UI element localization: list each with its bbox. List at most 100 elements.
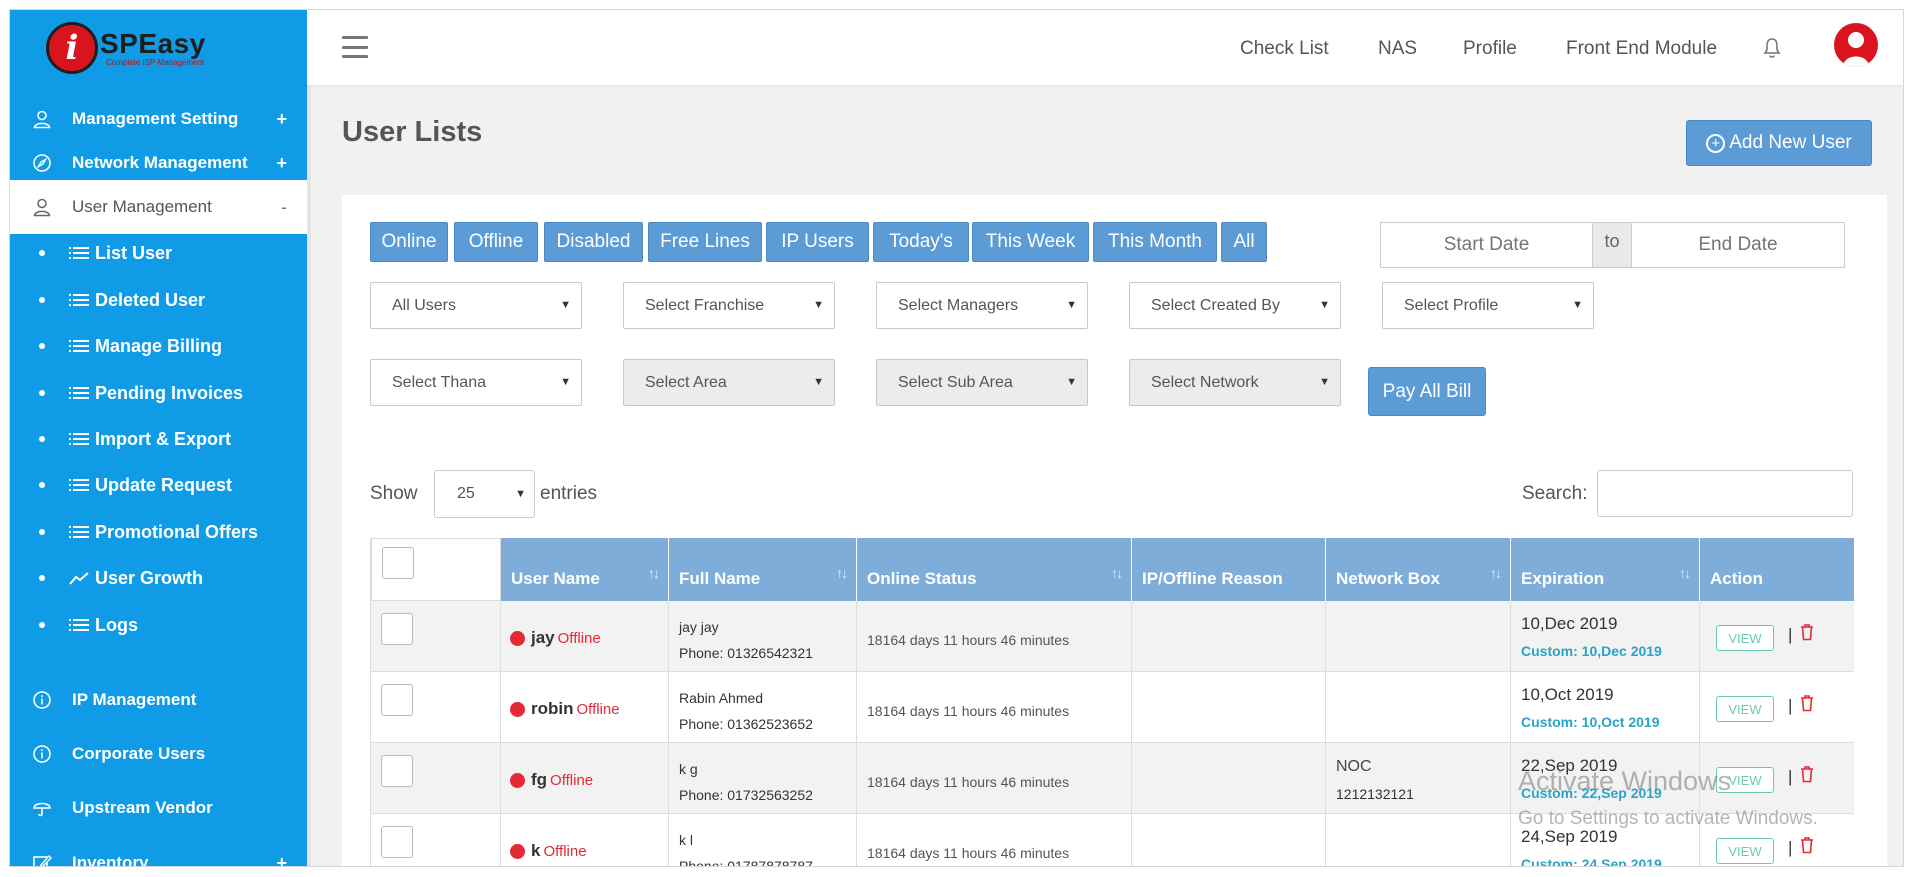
submenu-import-export[interactable]: Import & Export [10, 420, 307, 458]
nav-check-list[interactable]: Check List [1240, 38, 1329, 60]
search-input[interactable] [1597, 470, 1853, 517]
menu-inventory[interactable]: Inventory + [10, 836, 307, 867]
submenu-update-request[interactable]: Update Request [10, 466, 307, 504]
filter-all-button[interactable]: All [1221, 222, 1267, 262]
entries-select[interactable]: 25 ▼ [434, 470, 535, 518]
user-outline-icon [30, 107, 54, 131]
network-select[interactable]: Select Network ▼ [1129, 359, 1341, 406]
column-label: Expiration [1521, 569, 1605, 588]
bullet-icon [39, 482, 45, 488]
filter-offline-button[interactable]: Offline [454, 222, 538, 262]
user-name-link[interactable]: k Offline [531, 841, 587, 861]
trash-icon[interactable] [1800, 836, 1814, 859]
sidebar-scrollbar[interactable] [307, 86, 311, 866]
start-date-input[interactable] [1381, 223, 1592, 267]
submenu-promotional-offers[interactable]: Promotional Offers [10, 513, 307, 551]
row-checkbox[interactable] [381, 684, 413, 716]
full-name: k l [679, 832, 693, 848]
expand-icon: + [276, 852, 287, 867]
bell-icon[interactable] [1762, 37, 1782, 64]
search-label: Search: [1522, 483, 1588, 504]
menu-corporate-users[interactable]: Corporate Users [10, 727, 307, 781]
column-full-name[interactable]: Full Name ↑↓ [669, 538, 857, 601]
nav-nas[interactable]: NAS [1378, 38, 1417, 60]
list-icon [69, 246, 91, 260]
submenu-list-user[interactable]: List User [10, 234, 307, 272]
thana-select[interactable]: Select Thana ▼ [370, 359, 582, 406]
filter-free-lines-button[interactable]: Free Lines [648, 222, 762, 262]
submenu-label: List User [95, 242, 173, 263]
info-circle-icon [30, 688, 54, 712]
column-network-box[interactable]: Network Box ↑↓ [1326, 538, 1511, 601]
menu-user-management[interactable]: User Management - [10, 180, 307, 234]
menu-ip-management[interactable]: IP Management [10, 673, 307, 727]
submenu-manage-billing[interactable]: Manage Billing [10, 327, 307, 365]
list-icon [69, 478, 91, 492]
user-name-link[interactable]: jay Offline [531, 628, 601, 648]
user-name-link[interactable]: fg Offline [531, 770, 593, 790]
add-new-user-label: Add New User [1729, 132, 1852, 153]
view-button[interactable]: VIEW [1716, 696, 1774, 722]
column-expiration[interactable]: Expiration ↑↓ [1511, 538, 1700, 601]
select-value: Select Sub Area [898, 373, 1013, 391]
filter-this-month-button[interactable]: This Month [1093, 222, 1217, 262]
select-value: Select Franchise [645, 296, 765, 314]
avatar[interactable] [1834, 23, 1878, 67]
column-online-status[interactable]: Online Status ↑↓ [857, 538, 1132, 601]
hamburger-menu-icon[interactable] [342, 36, 368, 58]
column-ip-offline-reason[interactable]: IP/Offline Reason [1132, 538, 1326, 601]
user-name-cell: fg Offline [501, 743, 669, 814]
caret-down-icon: ▼ [813, 299, 824, 311]
submenu-label: Promotional Offers [95, 521, 259, 542]
action-cell: VIEW | [1700, 601, 1854, 672]
row-checkbox[interactable] [381, 613, 413, 645]
end-date-input[interactable] [1632, 223, 1844, 267]
view-button[interactable]: VIEW [1716, 625, 1774, 651]
submenu-pending-invoices[interactable]: Pending Invoices [10, 374, 307, 412]
filter-this-week-button[interactable]: This Week [972, 222, 1089, 262]
action-separator: | [1788, 838, 1793, 857]
caret-down-icon: ▼ [1572, 299, 1583, 311]
list-icon [69, 386, 91, 400]
menu-upstream-vendor[interactable]: Upstream Vendor [10, 781, 307, 835]
trash-icon[interactable] [1800, 694, 1814, 717]
created-by-select[interactable]: Select Created By ▼ [1129, 282, 1341, 329]
pay-all-bill-button[interactable]: Pay All Bill [1368, 367, 1486, 416]
nav-front-end-module[interactable]: Front End Module [1566, 38, 1717, 60]
row-checkbox[interactable] [381, 755, 413, 787]
trash-icon[interactable] [1800, 765, 1814, 788]
sub-area-select[interactable]: Select Sub Area ▼ [876, 359, 1088, 406]
trash-icon[interactable] [1800, 623, 1814, 646]
select-value: Select Thana [392, 373, 486, 391]
submenu-logs[interactable]: Logs [10, 606, 307, 644]
column-user-name[interactable]: User Name ↑↓ [501, 538, 669, 601]
franchise-select[interactable]: Select Franchise ▼ [623, 282, 835, 329]
profile-select[interactable]: Select Profile ▼ [1382, 282, 1594, 329]
full-name: jay jay [679, 619, 719, 635]
nav-profile[interactable]: Profile [1463, 38, 1517, 60]
menu-label: Management Setting [72, 109, 239, 128]
select-all-checkbox[interactable] [382, 547, 414, 579]
offline-status-dot [510, 844, 525, 859]
all-users-select[interactable]: All Users ▼ [370, 282, 582, 329]
logo[interactable]: i SPEasy Complete ISP Management [10, 10, 307, 86]
online-status: 18164 days 11 hours 46 minutes [867, 774, 1070, 790]
filter-todays-button[interactable]: Today's [873, 222, 969, 262]
view-button[interactable]: VIEW [1716, 838, 1774, 864]
area-select[interactable]: Select Area ▼ [623, 359, 835, 406]
table-header: User Name ↑↓ Full Name ↑↓ Online Status ↑↓ … [371, 538, 1854, 601]
filter-disabled-button[interactable]: Disabled [544, 222, 643, 262]
action-separator: | [1788, 767, 1793, 786]
online-status: 18164 days 11 hours 46 minutes [867, 845, 1070, 861]
submenu-deleted-user[interactable]: Deleted User [10, 281, 307, 319]
submenu-user-growth[interactable]: User Growth [10, 559, 307, 597]
managers-select[interactable]: Select Managers ▼ [876, 282, 1088, 329]
user-name-link[interactable]: robin Offline [531, 699, 620, 719]
row-checkbox[interactable] [381, 826, 413, 858]
filter-ip-users-button[interactable]: IP Users [766, 222, 869, 262]
add-new-user-button[interactable]: + Add New User [1686, 120, 1872, 166]
filter-online-button[interactable]: Online [370, 222, 448, 262]
status-label: Offline [557, 630, 601, 647]
activate-windows-watermark: Activate Windows [1518, 766, 1732, 796]
column-label: IP/Offline Reason [1142, 569, 1283, 588]
